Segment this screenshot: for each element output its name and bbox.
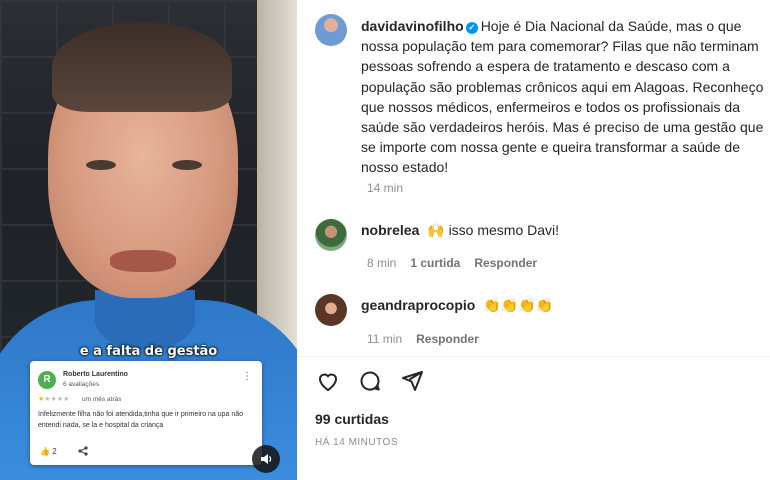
more-vert-icon: ⋮ bbox=[242, 371, 252, 382]
author-avatar[interactable] bbox=[315, 14, 347, 46]
reel-video[interactable]: e a falta de gestão R Roberto Laurentino… bbox=[0, 0, 297, 480]
thumb-up-icon: 👍 bbox=[40, 447, 50, 456]
likes-count[interactable]: 99 curtidas bbox=[315, 411, 389, 427]
commenter-avatar[interactable] bbox=[315, 294, 347, 326]
reviewer-avatar: R bbox=[38, 371, 56, 389]
post-panel: davidavinofilho ✓ Hoje é Dia Nacional da S… bbox=[297, 0, 770, 480]
divider bbox=[297, 356, 770, 357]
action-bar bbox=[315, 368, 425, 394]
caption-line: nossa população tem para comemorar? Fila… bbox=[361, 38, 759, 55]
review-text: Infelizmente filha não foi atendida,tinh… bbox=[38, 411, 244, 429]
commenter-avatar[interactable] bbox=[315, 219, 347, 251]
verified-badge-icon: ✓ bbox=[465, 22, 478, 34]
caption-line: se importe com nossa gente e queira tran… bbox=[361, 139, 740, 156]
speaker-eye-right bbox=[172, 160, 202, 170]
comment-icon[interactable] bbox=[357, 368, 383, 394]
comment-username[interactable]: nobrelea bbox=[361, 222, 419, 238]
comment: nobrelea 🙌 isso mesmo Davi! bbox=[361, 222, 559, 239]
caption-line: Hoje é Dia Nacional da Saúde, mas o que bbox=[480, 18, 742, 34]
caption-line: saúde são verdadeiros heróis. Mas é prec… bbox=[361, 119, 764, 136]
video-subtitle: e a falta de gestão bbox=[79, 344, 218, 359]
review-date: um mês atrás bbox=[82, 396, 122, 403]
review-like-count: 2 bbox=[52, 447, 57, 456]
comment: geandraprocopio 👏👏👏👏 bbox=[361, 297, 553, 314]
comment-likes[interactable]: 1 curtida bbox=[410, 256, 460, 270]
caption-line: população são problemas crônicos aqui em… bbox=[361, 78, 764, 95]
speaker-icon bbox=[261, 454, 272, 464]
speaker-mouth bbox=[110, 250, 176, 272]
comment-text: 🙌 isso mesmo Davi! bbox=[427, 222, 560, 238]
reviewer-count: 6 avaliações bbox=[63, 381, 100, 388]
comment-meta: 8 min 1 curtida Responder bbox=[367, 256, 537, 270]
share-icon bbox=[78, 446, 88, 459]
speaker-hair bbox=[52, 22, 232, 112]
review-stars: ★★★★★ bbox=[38, 395, 69, 403]
caption-line: nosso estado! bbox=[361, 159, 449, 176]
comment-text: 👏👏👏👏 bbox=[483, 297, 553, 313]
share-icon[interactable] bbox=[399, 368, 425, 394]
reply-button[interactable]: Responder bbox=[474, 256, 537, 270]
sound-toggle-button[interactable] bbox=[252, 445, 280, 473]
reviewer-name: Roberto Laurentino bbox=[63, 371, 128, 378]
comment-username[interactable]: geandraprocopio bbox=[361, 297, 475, 313]
comment-time: 8 min bbox=[367, 256, 397, 270]
post-caption: davidavinofilho ✓ Hoje é Dia Nacional da S… bbox=[361, 16, 770, 178]
comment-time: 11 min bbox=[367, 332, 403, 346]
author-username[interactable]: davidavinofilho bbox=[361, 18, 464, 34]
review-like: 👍 2 bbox=[40, 447, 57, 456]
speaker-eye-left bbox=[86, 160, 116, 170]
caption-time: 14 min bbox=[367, 181, 404, 195]
caption-line: que nossos médicos, enfermeiros e todos … bbox=[361, 98, 740, 115]
speaker-collar bbox=[95, 290, 195, 350]
review-card: R Roberto Laurentino 6 avaliações ⋮ ★★★★… bbox=[30, 361, 262, 465]
heart-icon[interactable] bbox=[315, 368, 341, 394]
star-icon: ★ bbox=[63, 396, 70, 403]
caption-line: pessoas sofrendo a espera de tratamento … bbox=[361, 58, 730, 75]
reply-button[interactable]: Responder bbox=[416, 332, 479, 346]
post-time-ago: HÁ 14 MINUTOS bbox=[315, 437, 398, 448]
comment-meta: 11 min Responder bbox=[367, 332, 479, 346]
